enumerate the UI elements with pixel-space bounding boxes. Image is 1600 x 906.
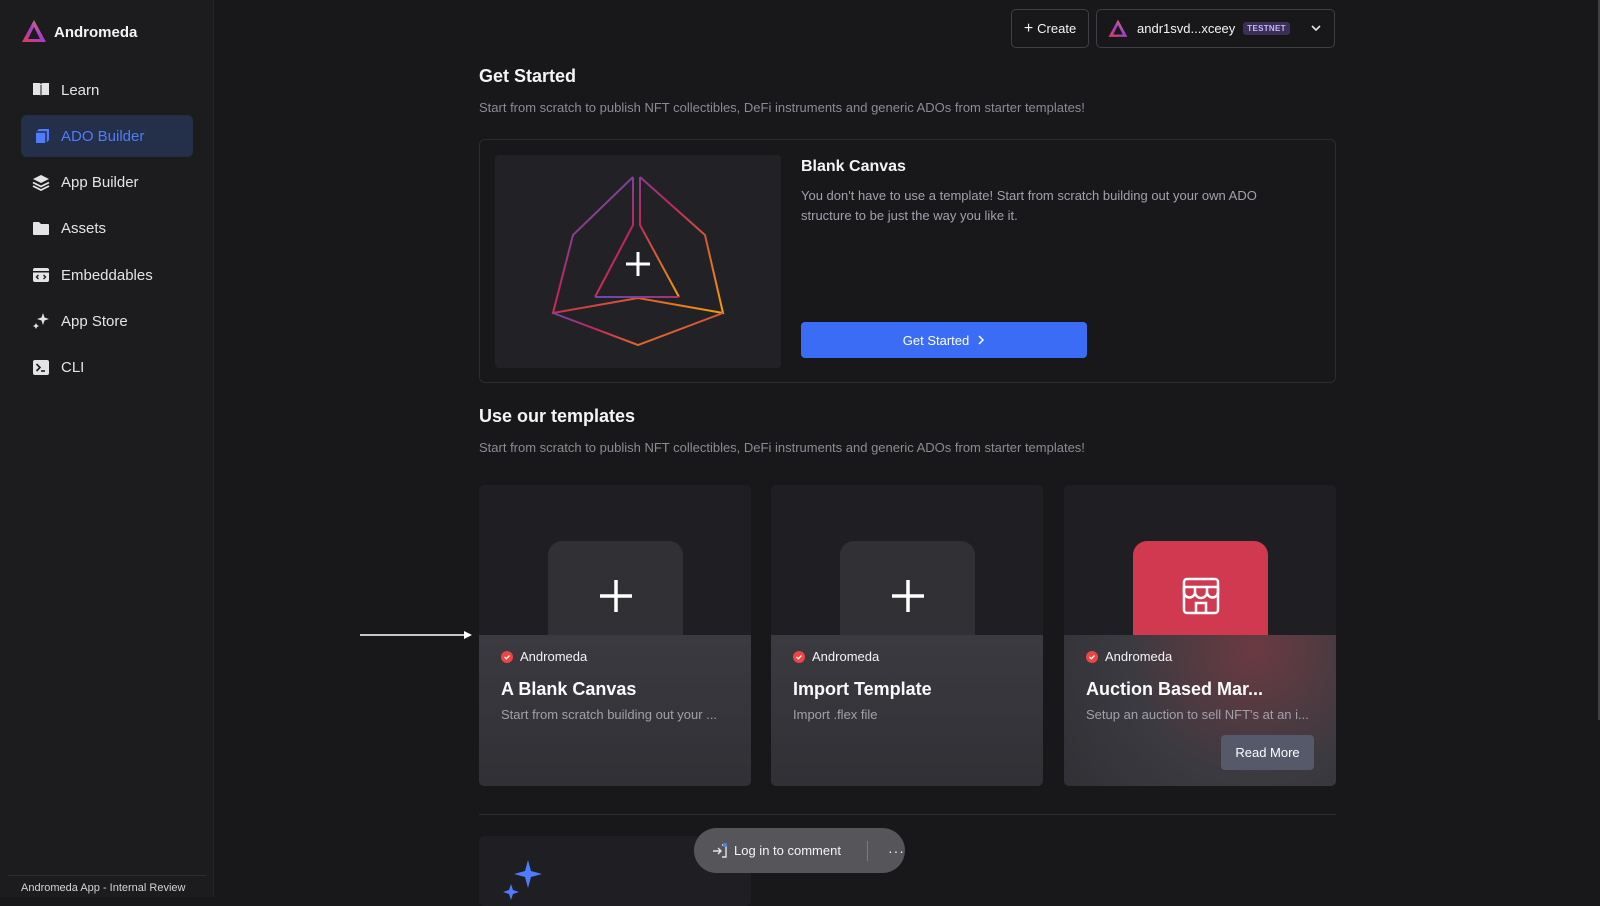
template-author: Andromeda [501,649,587,664]
verified-badge-icon [501,650,513,663]
more-options-button[interactable]: ··· [888,843,905,859]
comment-divider [866,840,868,861]
sidebar-item-label: App Store [61,312,128,330]
sidebar-item-label: ADO Builder [61,127,145,145]
get-started-button[interactable]: Get Started [801,322,1087,358]
terminal-icon [32,359,50,377]
template-info-panel: Andromeda Auction Based Mar... Setup an … [1064,635,1336,786]
network-badge: TESTNET [1243,22,1290,35]
sparkle-icon [503,860,542,900]
login-icon [713,842,727,858]
comment-toolbar: Log in to comment ··· [694,828,905,873]
embed-icon [32,266,50,284]
sidebar-item-app-builder[interactable]: App Builder [21,162,193,204]
template-info-panel: Andromeda A Blank Canvas Start from scra… [479,635,751,786]
chevron-down-icon [1311,25,1321,32]
template-description: Import .flex file [793,707,878,722]
sparkle-icon [32,312,50,330]
create-button[interactable]: + Create [1011,9,1089,48]
blank-canvas-illustration [495,155,781,368]
blank-canvas-title: Blank Canvas [801,158,906,175]
template-info-panel: Andromeda Import Template Import .flex f… [771,635,1043,786]
blank-canvas-description: You don't have to use a template! Start … [801,188,1257,223]
templates-subtitle: Start from scratch to publish NFT collec… [479,440,1085,455]
chevron-right-icon [978,335,985,345]
verified-badge-icon [1086,650,1098,663]
wallet-logo-icon [1108,19,1128,37]
blank-canvas-card: Blank Canvas You don't have to use a tem… [479,139,1336,383]
log-in-to-comment-button[interactable]: Log in to comment [734,843,841,858]
template-card-blank-canvas[interactable]: Andromeda A Blank Canvas Start from scra… [479,485,751,786]
book-icon [32,81,50,99]
cube-outline-illustration [551,176,725,347]
andromeda-logo-icon [22,20,46,42]
sidebar-item-label: Learn [61,81,100,99]
sidebar-item-label: App Builder [61,174,139,192]
wallet-address: andr1svd...xceey [1137,21,1236,36]
template-author: Andromeda [1086,649,1172,664]
folder-icon [32,220,50,238]
template-title: Import Template [793,679,932,699]
app-name: Andromeda [54,23,138,41]
template-title: A Blank Canvas [501,679,637,699]
author-name: Andromeda [1105,649,1173,664]
get-started-title: Get Started [479,66,577,86]
get-started-label: Get Started [902,332,970,348]
cube-icon [32,127,50,145]
sidebar-item-label: CLI [61,359,85,377]
sidebar-item-ado-builder[interactable]: ADO Builder [21,115,193,158]
author-name: Andromeda [520,649,588,664]
sidebar-item-label: Assets [61,220,107,238]
get-started-subtitle: Start from scratch to publish NFT collec… [479,100,1085,115]
author-name: Andromeda [812,649,880,664]
create-label: Create [1037,21,1077,36]
sidebar-item-learn[interactable]: Learn [21,69,193,111]
template-card-import[interactable]: Andromeda Import Template Import .flex f… [771,485,1043,786]
read-more-button[interactable]: Read More [1221,735,1314,770]
template-description: Start from scratch building out your ... [501,707,718,722]
template-card-auction[interactable]: Andromeda Auction Based Mar... Setup an … [1064,485,1336,786]
plus-icon [599,580,632,612]
arrow-right-icon [360,631,472,639]
sidebar-item-embeddables[interactable]: Embeddables [21,254,193,296]
layers-icon [32,174,50,192]
section-divider [479,814,1336,815]
sidebar-item-assets[interactable]: Assets [21,208,193,250]
sidebar-item-app-store[interactable]: App Store [21,300,193,342]
storefront-icon [1182,577,1219,615]
wallet-selector[interactable]: andr1svd...xceey TESTNET [1096,9,1335,48]
sidebar-nav: Learn ADO Builder App Builder Assets Emb… [21,69,193,393]
sidebar-item-cli[interactable]: CLI [21,347,193,389]
sidebar-footer: Andromeda App - Internal Review [8,875,206,897]
sidebar-item-label: Embeddables [61,266,153,284]
plus-icon: + [1023,19,1034,37]
template-author: Andromeda [793,649,879,664]
app-logo[interactable]: Andromeda [20,18,137,46]
template-description: Setup an auction to sell NFT's at an i..… [1086,707,1309,722]
verified-badge-icon [793,650,805,663]
sidebar: Andromeda Learn ADO Builder App Builder … [0,0,214,897]
templates-title: Use our templates [479,406,636,426]
plus-icon [891,580,924,612]
template-title: Auction Based Mar... [1086,679,1264,699]
